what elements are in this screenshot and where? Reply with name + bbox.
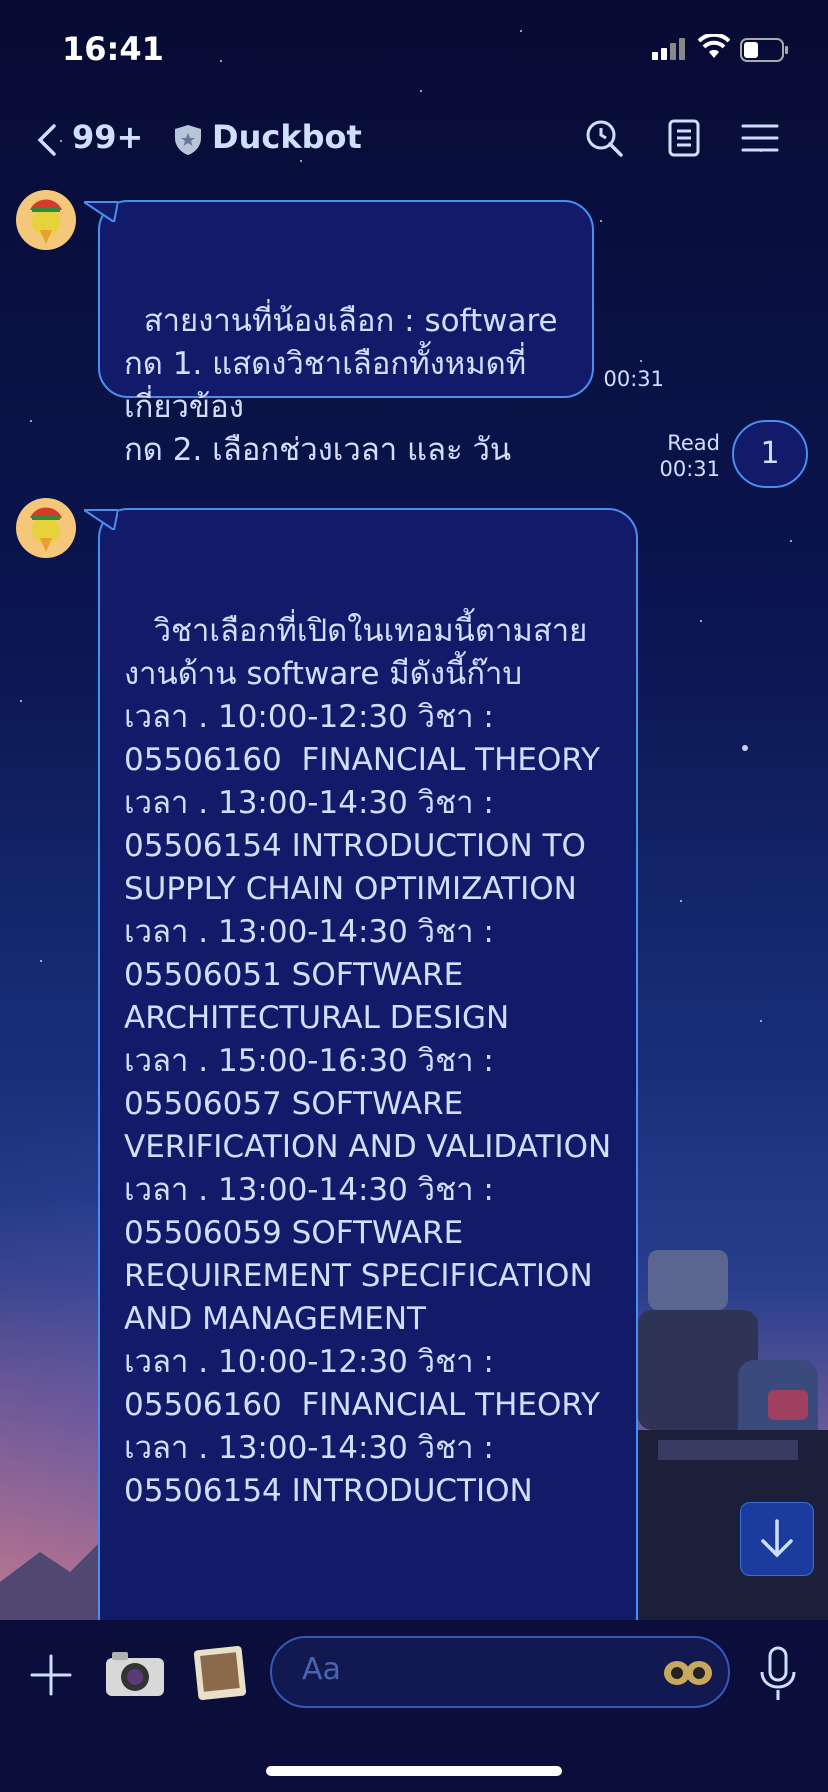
bot-avatar[interactable]: [16, 190, 76, 250]
unread-count[interactable]: 99+: [72, 118, 143, 156]
incoming-message-bubble[interactable]: สายงานที่น้องเลือก : software กด 1. แสดง…: [84, 200, 594, 468]
chevron-left-icon[interactable]: [32, 122, 68, 158]
microphone-icon[interactable]: [758, 1646, 798, 1702]
wifi-icon: [698, 34, 730, 58]
bubble-tail: [84, 201, 118, 222]
bot-avatar[interactable]: [16, 498, 76, 558]
chat-title[interactable]: Duckbot: [212, 118, 362, 156]
status-bar: 16:41: [0, 0, 828, 96]
message-text: สายงานที่น้องเลือก : software กด 1. แสดง…: [124, 303, 558, 468]
incoming-message-bubble[interactable]: วิชาเลือกที่เปิดในเทอมนี้ตามสายงานด้าน s…: [84, 508, 638, 1648]
chat-header: 99+ Duckbot: [0, 112, 828, 168]
hamburger-menu-icon[interactable]: [740, 118, 780, 158]
status-time: 16:41: [62, 30, 164, 68]
battery-icon: [740, 38, 788, 62]
message-timestamp: 00:31: [603, 367, 664, 391]
plus-icon[interactable]: [28, 1652, 74, 1698]
bubble-tail: [84, 509, 118, 530]
arrow-down-icon: [761, 1519, 793, 1558]
photo-icon[interactable]: [192, 1644, 248, 1702]
duck-avatar-icon: [30, 199, 62, 244]
sticker-icon[interactable]: [662, 1656, 714, 1690]
message-input[interactable]: Aa: [270, 1636, 730, 1708]
shield-icon: [175, 125, 201, 155]
outgoing-message-bubble[interactable]: 1: [732, 420, 808, 488]
message-timestamp: 00:31: [659, 457, 720, 481]
camera-icon[interactable]: [104, 1648, 166, 1700]
clock-search-icon[interactable]: [584, 118, 624, 158]
cellular-signal-icon: [652, 38, 685, 60]
read-receipt: Read: [667, 431, 720, 455]
message-text: วิชาเลือกที่เปิดในเทอมนี้ตามสายงานด้าน s…: [124, 613, 612, 1509]
duck-avatar-icon: [30, 507, 62, 552]
composer-bar: Aa: [0, 1620, 828, 1792]
home-indicator: [266, 1766, 562, 1776]
scroll-to-bottom-button[interactable]: [740, 1502, 814, 1576]
message-input-placeholder: Aa: [302, 1652, 341, 1687]
notes-icon[interactable]: [664, 118, 704, 158]
